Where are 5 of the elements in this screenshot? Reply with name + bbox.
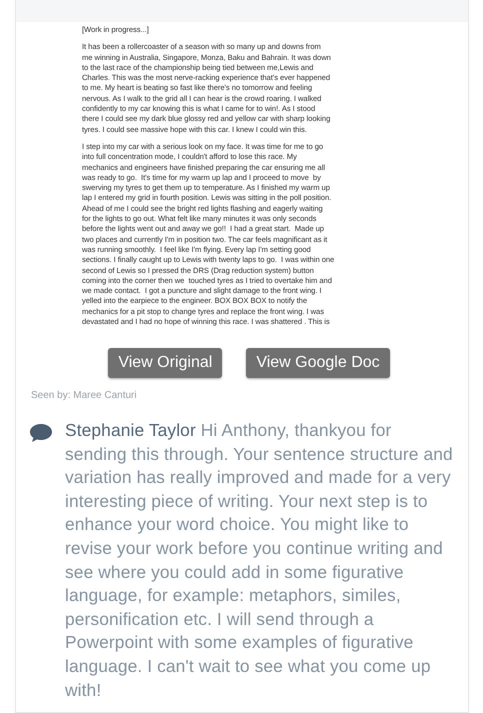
- view-button[interactable]: View Original: [108, 348, 222, 378]
- view-button[interactable]: View Google Doc: [246, 348, 390, 378]
- seen-by-text: Seen by: Maree Canturi: [31, 389, 138, 403]
- comment-text: Stephanie Taylor Hi Anthony, thankyou for sending this through. Your sentence structure and variation has really improved and made for a very interesting piece of writing. Your next step is to enhance your word choice. You might like to revise your work before you continue writing and see where you could add in some figurative language, for example: metaphors, similes, personification etc. I will send through a Powerpoint with some examples of figurative language. I can't wait to see what you come up with!: [65, 419, 454, 702]
- comment-icon: [29, 423, 53, 443]
